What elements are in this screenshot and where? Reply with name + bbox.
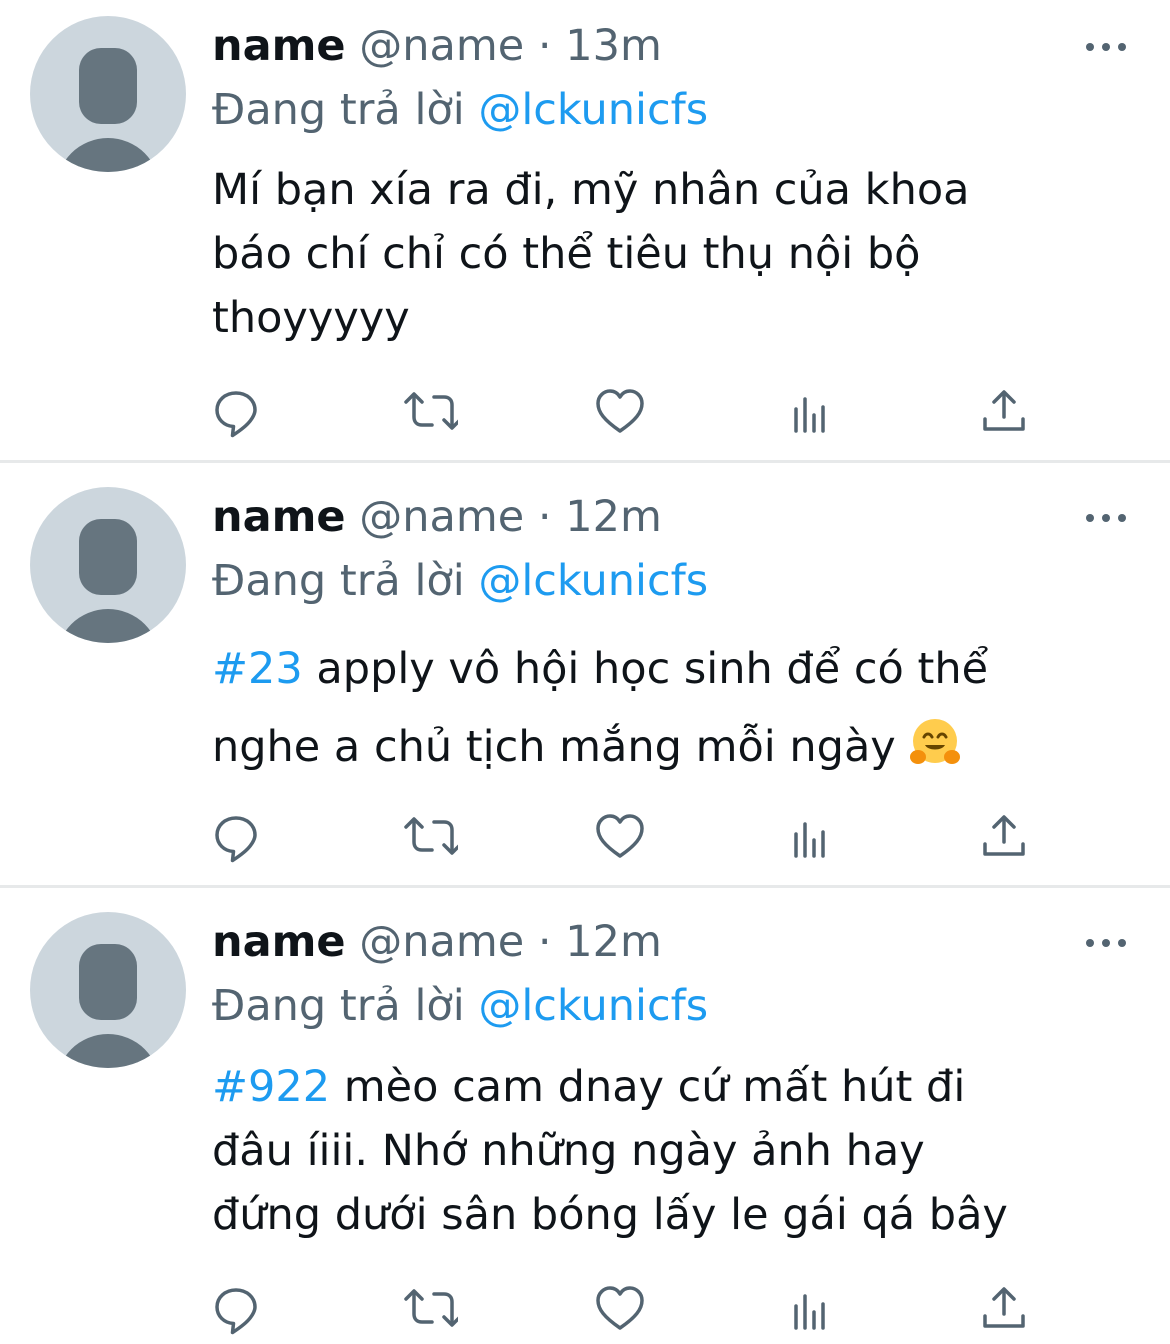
tweet-text-line: Mí bạn xía ra đi, mỹ nhân của khoa: [212, 165, 970, 215]
tweet-text-line: #23 apply vô hội học sinh để có thể: [212, 630, 1142, 708]
reply-icon[interactable]: [206, 806, 266, 866]
share-icon[interactable]: [974, 1278, 1034, 1338]
avatar[interactable]: [30, 912, 186, 1068]
tweet-text-line: báo chí chỉ có thể tiêu thụ nội bộ: [212, 229, 921, 279]
tweet-text-line: nghe a chủ tịch mắng mỗi ngày: [212, 708, 1142, 786]
analytics-icon[interactable]: [782, 806, 842, 866]
analytics-icon[interactable]: [782, 1278, 842, 1338]
separator-dot: ·: [537, 21, 552, 71]
user-handle[interactable]: @name: [359, 21, 524, 71]
timestamp[interactable]: 12m: [565, 917, 662, 967]
display-name[interactable]: name: [212, 492, 346, 542]
hashtag-link[interactable]: #23: [212, 644, 303, 694]
retweet-icon[interactable]: [398, 1278, 462, 1338]
replying-to-label: Đang trả lời: [212, 556, 465, 606]
avatar-body-shape: [56, 1034, 160, 1068]
tweet-text-segment: nghe a chủ tịch mắng mỗi ngày: [212, 722, 910, 772]
tweet-actions: [0, 1278, 1170, 1338]
avatar-head-shape: [79, 519, 137, 595]
like-icon[interactable]: [590, 381, 650, 441]
more-icon[interactable]: [1086, 511, 1126, 525]
avatar-head-shape: [79, 944, 137, 1020]
mention-link[interactable]: @lckunicfs: [478, 981, 708, 1031]
retweet-icon[interactable]: [398, 806, 462, 866]
mention-link[interactable]: @lckunicfs: [478, 85, 708, 135]
tweet-text-line: thoyyyyy: [212, 293, 410, 343]
divider: [0, 885, 1170, 888]
user-handle[interactable]: @name: [359, 492, 524, 542]
avatar[interactable]: [30, 487, 186, 643]
replying-to: Đang trả lời @lckunicfs: [212, 555, 708, 607]
share-icon[interactable]: [974, 381, 1034, 441]
tweet-actions: [0, 381, 1170, 441]
replying-to: Đang trả lời @lckunicfs: [212, 980, 708, 1032]
timestamp[interactable]: 13m: [565, 21, 662, 71]
hashtag-link[interactable]: #922: [212, 1062, 330, 1112]
tweet-header: name @name · 12m: [212, 491, 662, 543]
hugging-face-emoji: [910, 719, 961, 764]
user-handle[interactable]: @name: [359, 917, 524, 967]
tweet-header: name @name · 13m: [212, 20, 662, 72]
display-name[interactable]: name: [212, 21, 346, 71]
avatar-head-shape: [79, 48, 137, 124]
like-icon[interactable]: [590, 1278, 650, 1338]
retweet-icon[interactable]: [398, 381, 462, 441]
tweet-text-line: đứng dưới sân bóng lấy le gái qá bây: [212, 1190, 1008, 1240]
separator-dot: ·: [537, 492, 552, 542]
replying-to-label: Đang trả lời: [212, 85, 465, 135]
more-icon[interactable]: [1086, 40, 1126, 54]
replying-to-label: Đang trả lời: [212, 981, 465, 1031]
share-icon[interactable]: [974, 806, 1034, 866]
analytics-icon[interactable]: [782, 381, 842, 441]
tweet-text-line: #922 mèo cam dnay cứ mất hút đi: [212, 1055, 1142, 1119]
tweet-text-line: đâu íiii. Nhớ những ngày ảnh hay: [212, 1126, 925, 1176]
tweet-text: #23 apply vô hội học sinh để có thể nghe…: [212, 630, 1142, 786]
separator-dot: ·: [537, 917, 552, 967]
tweet-text: Mí bạn xía ra đi, mỹ nhân của khoa báo c…: [212, 158, 1142, 350]
replying-to: Đang trả lời @lckunicfs: [212, 84, 708, 136]
tweet-actions: [0, 806, 1170, 866]
reply-icon[interactable]: [206, 1278, 266, 1338]
divider: [0, 460, 1170, 463]
tweet-text-segment: apply vô hội học sinh để có thể: [302, 644, 989, 694]
avatar-body-shape: [56, 138, 160, 172]
reply-icon[interactable]: [206, 381, 266, 441]
tweet-text-segment: mèo cam dnay cứ mất hút đi: [330, 1062, 966, 1112]
avatar[interactable]: [30, 16, 186, 172]
mention-link[interactable]: @lckunicfs: [478, 556, 708, 606]
avatar-body-shape: [56, 609, 160, 643]
like-icon[interactable]: [590, 806, 650, 866]
tweet-text: #922 mèo cam dnay cứ mất hút đi đâu íiii…: [212, 1055, 1142, 1247]
more-icon[interactable]: [1086, 936, 1126, 950]
timestamp[interactable]: 12m: [565, 492, 662, 542]
tweet-header: name @name · 12m: [212, 916, 662, 968]
display-name[interactable]: name: [212, 917, 346, 967]
